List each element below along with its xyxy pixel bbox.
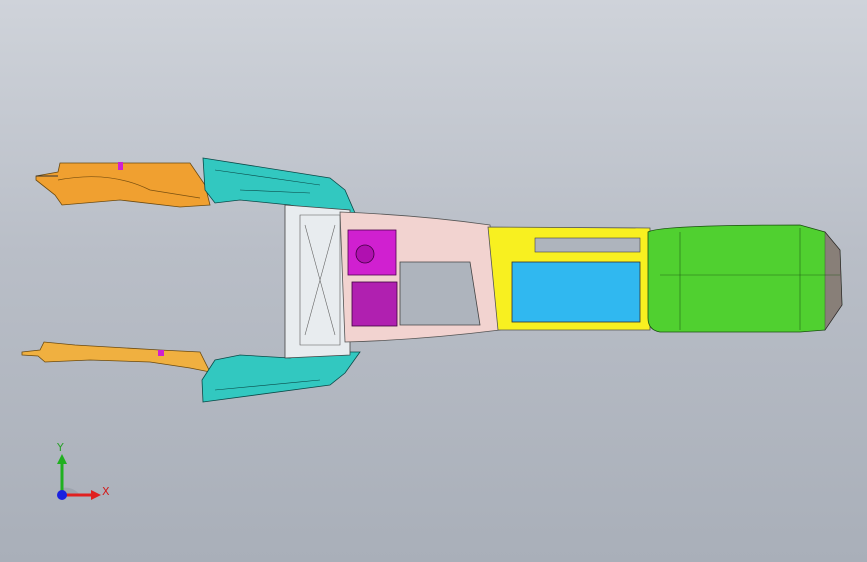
x-axis-label: X (102, 485, 110, 498)
left-lower-bracket[interactable] (21, 341, 211, 373)
armrest-lid[interactable] (647, 224, 843, 333)
cad-3d-viewport[interactable]: Y X (0, 0, 867, 562)
y-axis-label: Y (57, 441, 64, 454)
left-upper-bracket[interactable] (35, 162, 211, 208)
upper-side-panel[interactable] (202, 157, 356, 214)
lower-side-panel[interactable] (201, 351, 361, 403)
center-console-model[interactable] (0, 0, 867, 562)
axis-triad-icon (57, 454, 101, 500)
orientation-triad: Y X (40, 440, 120, 510)
cupholder-section[interactable] (487, 226, 651, 331)
